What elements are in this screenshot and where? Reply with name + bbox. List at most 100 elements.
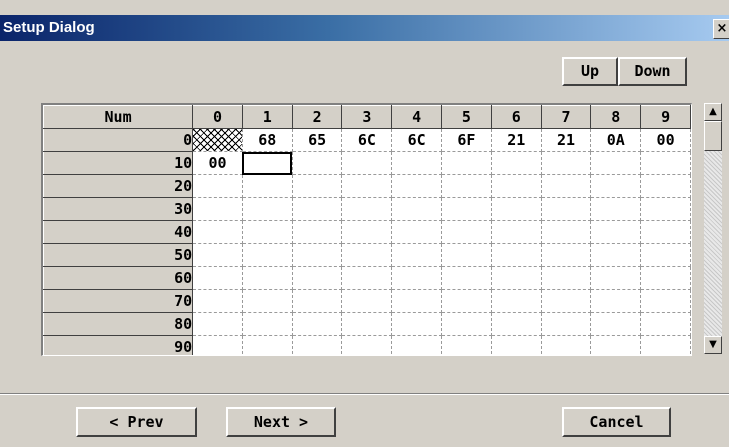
grid-cell[interactable] [391, 243, 443, 267]
grid-cell[interactable] [192, 174, 243, 198]
grid-cell[interactable] [541, 312, 592, 336]
grid-cell[interactable] [590, 197, 642, 221]
grid-cell[interactable] [441, 220, 492, 244]
grid-cell[interactable] [341, 312, 393, 336]
grid-cell[interactable] [292, 174, 343, 198]
grid-cell[interactable]: 6F [441, 128, 492, 152]
grid-cell[interactable] [541, 220, 592, 244]
grid-cell[interactable] [192, 312, 243, 336]
row-header[interactable]: 10 [43, 151, 194, 175]
grid-cell[interactable]: 6C [391, 128, 443, 152]
row-header[interactable]: 30 [43, 197, 194, 221]
grid-cell[interactable] [491, 220, 542, 244]
grid-cell[interactable] [491, 335, 542, 355]
grid-cell[interactable] [391, 266, 443, 290]
grid-cell[interactable] [590, 266, 642, 290]
grid-cell[interactable] [192, 289, 243, 313]
title-bar[interactable]: Setup Dialog × [0, 15, 729, 41]
grid-cell[interactable] [292, 289, 343, 313]
grid-cell[interactable] [341, 174, 393, 198]
grid-cell[interactable] [640, 220, 691, 244]
grid-cell[interactable] [391, 151, 443, 175]
cancel-button[interactable]: Cancel [562, 407, 671, 437]
grid-cell[interactable] [391, 312, 443, 336]
scroll-down-icon[interactable]: ▼ [704, 336, 722, 354]
scroll-up-icon[interactable]: ▲ [704, 103, 722, 121]
grid-cell[interactable] [341, 220, 393, 244]
grid-cell[interactable]: 68 [242, 128, 293, 152]
column-header[interactable]: 4 [391, 105, 443, 129]
vertical-scrollbar[interactable]: ▲ ▼ [704, 103, 722, 354]
grid-cell[interactable] [541, 174, 592, 198]
grid-cell[interactable] [441, 197, 492, 221]
column-header[interactable]: 3 [341, 105, 393, 129]
grid-cell[interactable] [391, 197, 443, 221]
grid-cell[interactable] [441, 266, 492, 290]
grid-cell[interactable] [640, 312, 691, 336]
grid-cell[interactable] [192, 335, 243, 355]
grid-cell[interactable] [491, 312, 542, 336]
grid-cell[interactable] [242, 312, 293, 336]
column-header[interactable]: 9 [640, 105, 691, 129]
grid-cell[interactable] [192, 197, 243, 221]
grid-cell[interactable] [541, 197, 592, 221]
scroll-thumb[interactable] [704, 121, 722, 151]
grid-cell[interactable] [292, 335, 343, 355]
grid-cell[interactable] [242, 335, 293, 355]
prev-button[interactable]: < Prev [76, 407, 197, 437]
grid-cell[interactable] [391, 220, 443, 244]
grid-cell[interactable] [242, 243, 293, 267]
grid-cell[interactable] [491, 174, 542, 198]
grid-cell[interactable] [242, 197, 293, 221]
grid-cell[interactable] [640, 243, 691, 267]
grid-cell[interactable] [441, 335, 492, 355]
grid-cell[interactable] [541, 289, 592, 313]
grid-cell[interactable] [441, 289, 492, 313]
grid-cell[interactable] [192, 220, 243, 244]
grid-cell[interactable] [491, 151, 542, 175]
grid-cell[interactable] [441, 243, 492, 267]
grid-cell[interactable] [640, 174, 691, 198]
grid-cell[interactable] [441, 312, 492, 336]
grid-cell[interactable] [292, 312, 343, 336]
grid-cell[interactable] [192, 243, 243, 267]
grid-cell[interactable] [590, 174, 642, 198]
row-header[interactable]: 80 [43, 312, 194, 336]
grid-cell[interactable] [292, 151, 343, 175]
grid-cell[interactable]: 00 [640, 128, 691, 152]
grid-cell[interactable] [640, 266, 691, 290]
column-header[interactable]: 1 [241, 105, 293, 129]
up-button[interactable]: Up [562, 57, 618, 86]
row-header[interactable]: 60 [43, 266, 194, 290]
grid-cell[interactable]: 21 [541, 128, 592, 152]
grid-cell[interactable] [341, 289, 393, 313]
grid-cell[interactable] [441, 174, 492, 198]
grid-cell[interactable] [491, 197, 542, 221]
grid-cell[interactable] [541, 335, 592, 355]
grid-cell[interactable] [640, 335, 691, 355]
grid-cell[interactable] [242, 220, 293, 244]
grid-cell[interactable] [590, 289, 642, 313]
grid-cell[interactable] [242, 266, 293, 290]
grid-cell[interactable] [242, 174, 293, 198]
column-header[interactable]: 5 [441, 105, 492, 129]
grid-cell[interactable]: 00 [192, 151, 243, 175]
grid-cell[interactable] [341, 335, 393, 355]
grid-cell[interactable] [590, 243, 642, 267]
grid-cell[interactable] [192, 128, 243, 152]
row-header[interactable]: 90 [43, 335, 194, 355]
grid-cell[interactable] [242, 151, 293, 175]
grid-cell[interactable] [640, 151, 691, 175]
grid-cell[interactable] [590, 151, 642, 175]
grid-cell[interactable] [341, 151, 393, 175]
grid-cell[interactable] [242, 289, 293, 313]
grid-cell[interactable]: 6C [341, 128, 393, 152]
grid-cell[interactable]: 0A [590, 128, 642, 152]
grid-cell[interactable] [541, 266, 592, 290]
grid-cell[interactable] [541, 243, 592, 267]
close-icon[interactable]: × [713, 19, 729, 39]
grid-cell[interactable]: 65 [292, 128, 343, 152]
grid-cell[interactable] [391, 289, 443, 313]
grid-cell[interactable] [341, 266, 393, 290]
grid-cell[interactable]: 21 [491, 128, 542, 152]
